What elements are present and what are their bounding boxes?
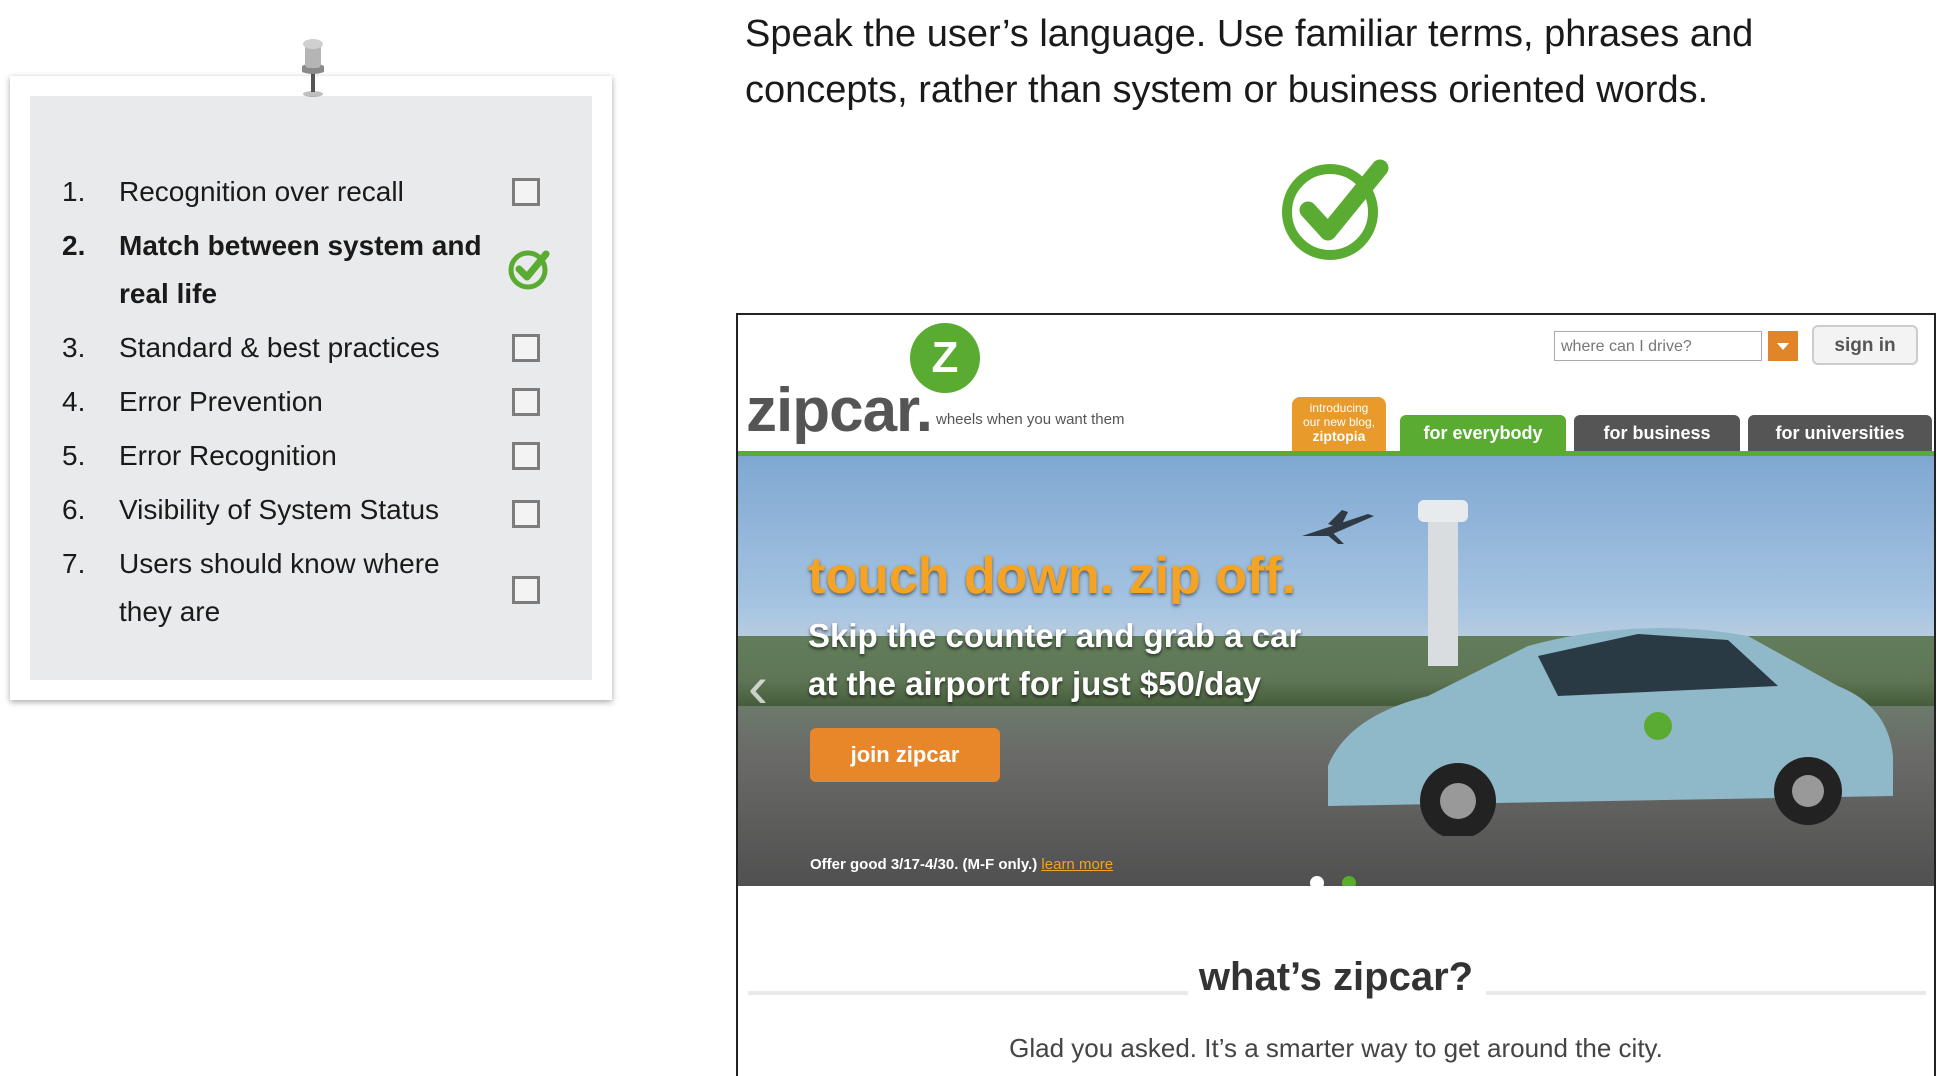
list-item: 3. Standard & best practices [62,324,562,372]
section-title: what’s zipcar? [1198,955,1474,999]
item-number: 2. [62,230,86,261]
ziptopia-title: ziptopia [1312,428,1366,444]
ziptopia-line: our new blog, [1302,415,1376,429]
chevron-down-icon [1777,343,1789,350]
item-number: 7. [62,548,86,579]
item-number: 5. [62,440,86,471]
checkbox[interactable] [512,178,540,206]
checkbox[interactable] [512,388,540,416]
heuristic-description: Speak the user’s language. Use familiar … [745,13,1754,111]
item-number: 3. [62,332,86,363]
check-circle-icon [1282,159,1389,260]
ziptopia-blog-tab[interactable]: introducing our new blog, ziptopia [1292,397,1386,453]
control-tower-top-image [1418,500,1468,522]
hero-banner: ‹ touch down. zip off. Skip the counter … [738,456,1934,886]
item-label: Error Prevention [119,386,323,417]
sign-in-button[interactable]: sign in [1812,325,1918,365]
hero-subtitle: Skip the counter and grab a car at the a… [808,612,1428,708]
list-item: 1. Recognition over recall [62,168,562,216]
item-label: Visibility of System Status [119,494,440,525]
ziptopia-line: introducing [1309,401,1369,415]
item-label: Users should know where they are [119,548,440,627]
join-zipcar-button[interactable]: join zipcar [810,728,1000,782]
carousel-dot[interactable] [1310,876,1324,886]
hero-line: Skip the counter and grab a car [808,617,1302,654]
list-item-active: 2. Match between system and real life [62,222,562,318]
carousel-dot-active[interactable] [1342,876,1356,886]
heuristics-list: 1. Recognition over recall 2. Match betw… [62,168,562,642]
push-pin-icon [302,39,324,97]
checkbox[interactable] [512,500,540,528]
tab-for-everybody[interactable]: for everybody [1400,415,1566,451]
list-item: 5. Error Recognition [62,432,562,480]
zipcar-tagline: wheels when you want them [936,411,1125,428]
item-label: Match between system and real life [119,230,482,309]
list-item: 6. Visibility of System Status [62,486,562,534]
search-input[interactable]: where can I drive? [1554,331,1762,361]
checklist-panel: 1. Recognition over recall 2. Match betw… [30,96,592,680]
item-label: Recognition over recall [119,176,404,207]
item-label: Error Recognition [119,440,337,471]
section-text: Glad you asked. It’s a smarter way to ge… [1009,1033,1663,1063]
airplane-icon [1302,510,1374,544]
checkbox[interactable] [512,576,540,604]
item-number: 6. [62,494,86,525]
hero-title: touch down. zip off. [808,547,1297,605]
hero-line: at the airport for just $50/day [808,665,1261,702]
checkbox[interactable] [512,334,540,362]
tab-for-universities[interactable]: for universities [1748,415,1932,451]
item-label: Standard & best practices [119,332,440,363]
carousel-prev-arrow[interactable]: ‹ [748,652,768,721]
zipcar-screenshot: Z zipcar. wheels when you want them wher… [736,313,1936,1076]
search-dropdown-button[interactable] [1768,331,1798,361]
offer-terms: Offer good 3/17-4/30. (M-F only.) [810,856,1038,873]
checkbox[interactable] [512,442,540,470]
zipcar-logo[interactable]: zipcar. [746,375,933,446]
checklist-card: 1. Recognition over recall 2. Match betw… [10,76,612,700]
learn-more-link[interactable]: learn more [1041,856,1113,873]
list-item: 4. Error Prevention [62,378,562,426]
item-number: 1. [62,176,86,207]
tab-for-business[interactable]: for business [1574,415,1740,451]
item-number: 4. [62,386,86,417]
check-circle-icon[interactable] [506,244,554,292]
offer-text: Offer good 3/17-4/30. (M-F only.) learn … [810,856,1113,873]
list-item: 7. Users should know where they are [62,540,562,636]
